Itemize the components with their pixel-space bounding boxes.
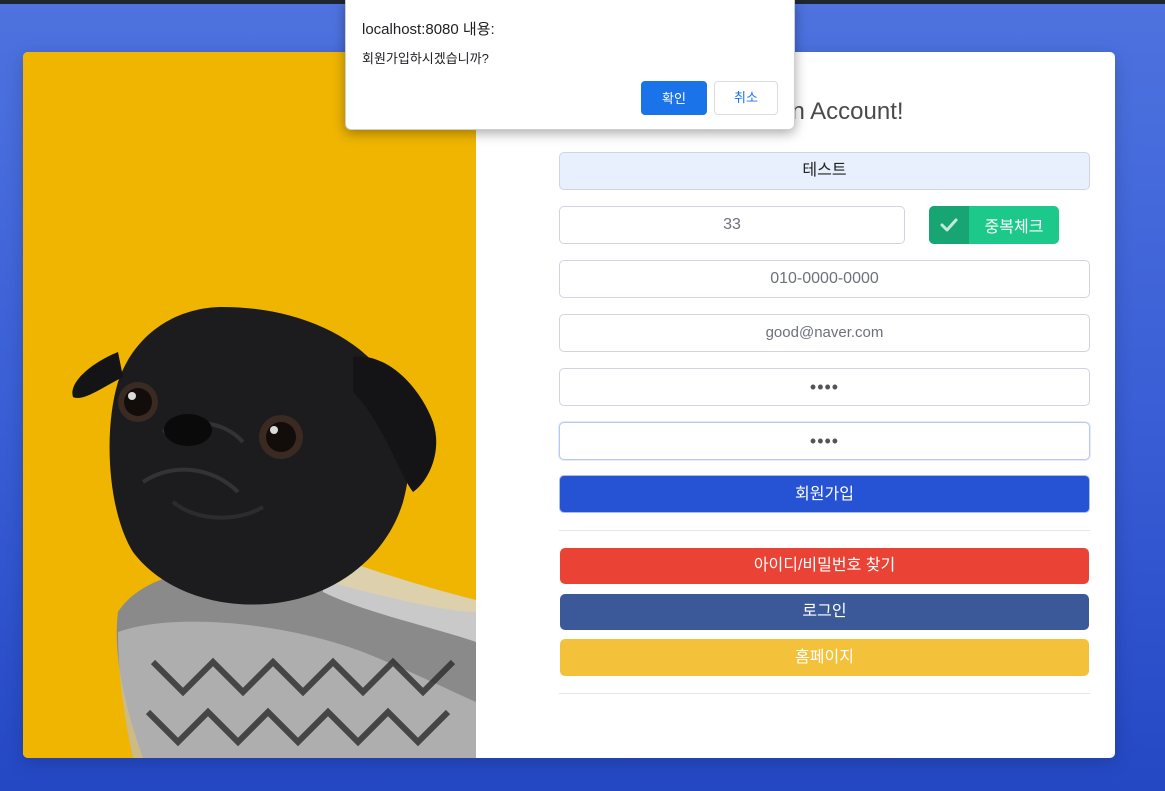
password-confirm-input[interactable]: •••• — [559, 422, 1090, 460]
divider-top — [559, 530, 1090, 531]
pug-image — [72, 307, 476, 758]
name-input[interactable]: 테스트 — [559, 152, 1090, 190]
signup-button[interactable]: 회원가입 — [559, 475, 1090, 513]
dialog-title: localhost:8080 내용: — [362, 21, 495, 38]
login-button[interactable]: 로그인 — [560, 594, 1089, 630]
phone-input[interactable]: 010-0000-0000 — [559, 260, 1090, 298]
id-input[interactable]: 33 — [559, 206, 905, 244]
register-form: Create an Account! 테스트 33 중복체크 010-0000-… — [476, 52, 1115, 758]
confirm-dialog: localhost:8080 내용: 회원가입하시겠습니까? 확인 취소 — [345, 0, 795, 130]
dialog-cancel-button[interactable]: 취소 — [714, 81, 778, 115]
duplicate-check-label: 중복체크 — [984, 219, 1044, 236]
email-input[interactable]: good@naver.com — [559, 314, 1090, 352]
check-icon — [929, 206, 969, 244]
dialog-ok-button[interactable]: 확인 — [641, 81, 707, 115]
homepage-button[interactable]: 홈페이지 — [560, 639, 1089, 676]
duplicate-check-button[interactable]: 중복체크 — [929, 206, 1059, 244]
divider-bottom — [559, 693, 1090, 694]
pug-photo — [23, 52, 476, 758]
password-input[interactable]: •••• — [559, 368, 1090, 406]
find-account-button[interactable]: 아이디/비밀번호 찾기 — [560, 548, 1089, 584]
dialog-message: 회원가입하시겠습니까? — [362, 51, 489, 66]
register-card: Create an Account! 테스트 33 중복체크 010-0000-… — [23, 52, 1115, 758]
